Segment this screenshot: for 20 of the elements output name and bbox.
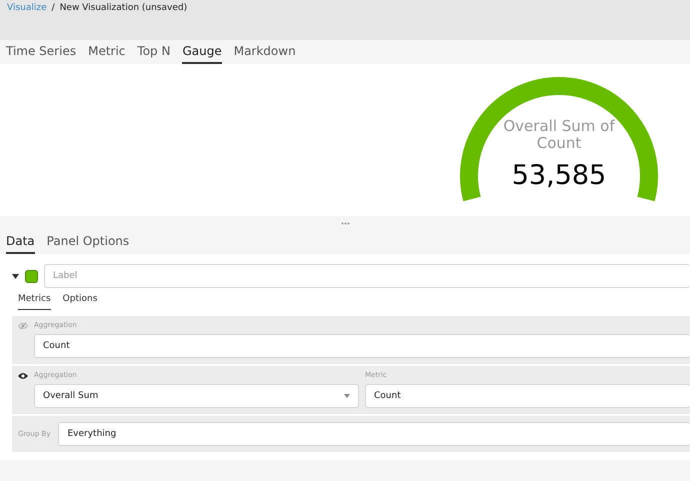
aggregation-select[interactable]: Overall Sum [34,384,359,408]
gauge-value: 53,585 [512,160,606,191]
gauge-label: Overall Sum of Count [502,118,616,152]
breadcrumb-separator: / [52,3,55,13]
visualization-tab[interactable]: Markdown [234,40,296,64]
caret-icon[interactable] [12,274,19,278]
text-field[interactable]: Count [34,334,690,358]
dropdown-caret-icon [344,394,350,398]
text-field[interactable]: Count [365,384,690,408]
page-title: New Visualization (unsaved) [60,3,188,13]
resize-handle-icon[interactable] [340,222,350,224]
visualization-tab[interactable]: Time Series [6,40,76,64]
series-tab[interactable]: Options [62,294,98,310]
eye-icon[interactable] [18,372,28,380]
series-tab[interactable]: Metrics [18,294,51,310]
series-color-swatch[interactable] [25,270,38,282]
visualization-tab[interactable]: Metric [88,40,126,64]
visualization-tab[interactable]: Top N [137,40,170,64]
editor-tab[interactable]: Panel Options [46,230,130,254]
group-by-select[interactable]: Everything [58,422,690,446]
